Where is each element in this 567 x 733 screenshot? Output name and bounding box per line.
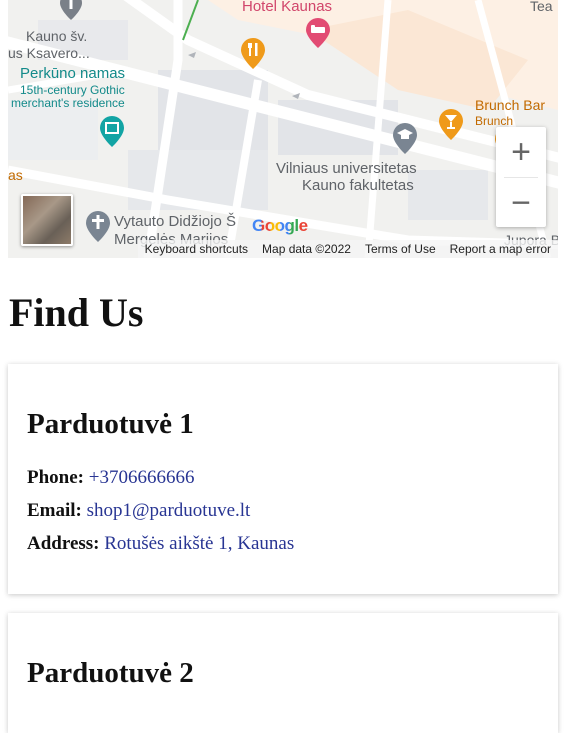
perkuno-sub2: merchant's residence <box>11 96 125 110</box>
phone-link[interactable]: +3706666666 <box>89 467 195 488</box>
faculty-label: Kauno fakultetas <box>302 177 414 194</box>
shop-card: Parduotuvė 1 Phone: +3706666666 Email: s… <box>8 364 558 594</box>
phone-label: Phone: <box>27 467 84 488</box>
terms-of-use-link[interactable]: Terms of Use <box>358 242 443 256</box>
shop-name: Parduotuvė 1 <box>27 408 194 440</box>
vytauto-label[interactable]: Vytauto Didžiojo Š <box>114 214 236 230</box>
shop-card: Parduotuvė 2 <box>8 613 558 733</box>
satellite-toggle-button[interactable] <box>21 194 73 246</box>
address-label: Address: <box>27 533 100 554</box>
hotel-pin-icon[interactable] <box>305 18 331 50</box>
university-pin-icon[interactable] <box>392 122 418 156</box>
map-attribution-bar: Keyboard shortcuts Map data ©2022 Terms … <box>137 240 558 258</box>
address-link[interactable]: Rotušės aikštė 1, Kaunas <box>104 533 294 554</box>
kauno-sv-label[interactable]: Kauno šv. <box>26 28 87 44</box>
museum-pin-icon[interactable] <box>99 115 125 149</box>
hotel-label[interactable]: Hotel Kaunas <box>242 0 332 15</box>
page-title: Find Us <box>9 290 144 335</box>
shop-phone-row: Phone: +3706666666 <box>27 467 194 489</box>
perkuno-sub1: 15th-century Gothic <box>20 83 125 97</box>
keyboard-shortcuts-link[interactable]: Keyboard shortcuts <box>138 242 255 256</box>
shop-email-row: Email: shop1@parduotuve.lt <box>27 500 250 522</box>
map-data-text: Map data ©2022 <box>262 242 351 256</box>
report-map-error-link[interactable]: Report a map error <box>443 242 558 256</box>
shop-address-row: Address: Rotušės aikštė 1, Kaunas <box>27 533 294 555</box>
email-link[interactable]: shop1@parduotuve.lt <box>87 500 251 521</box>
shop-name: Parduotuvė 2 <box>27 657 194 689</box>
restaurant-pin-icon[interactable] <box>240 37 266 71</box>
zoom-out-button[interactable]: − <box>496 178 546 228</box>
perkuno-label[interactable]: Perkūno namas <box>20 65 125 82</box>
zoom-controls: + − <box>496 127 546 227</box>
google-logo-text: Google <box>252 216 308 235</box>
ksavero-label[interactable]: us Ksavero... <box>8 45 90 61</box>
brunch-bar-label[interactable]: Brunch Bar <box>475 97 545 113</box>
pin-gray-icon[interactable] <box>58 0 84 22</box>
bar-pin-icon[interactable] <box>438 108 464 142</box>
church-pin-icon[interactable] <box>85 210 111 244</box>
google-map[interactable]: Hotel Kaunas Tea Kauno šv. us Ksavero...… <box>8 0 558 258</box>
zoom-in-button[interactable]: + <box>496 127 546 177</box>
university-label[interactable]: Vilniaus universitetas <box>276 161 417 177</box>
tea-label[interactable]: Tea <box>530 0 553 14</box>
google-logo[interactable]: Google <box>252 216 308 236</box>
as-label[interactable]: as <box>8 167 23 183</box>
email-label: Email: <box>27 500 82 521</box>
